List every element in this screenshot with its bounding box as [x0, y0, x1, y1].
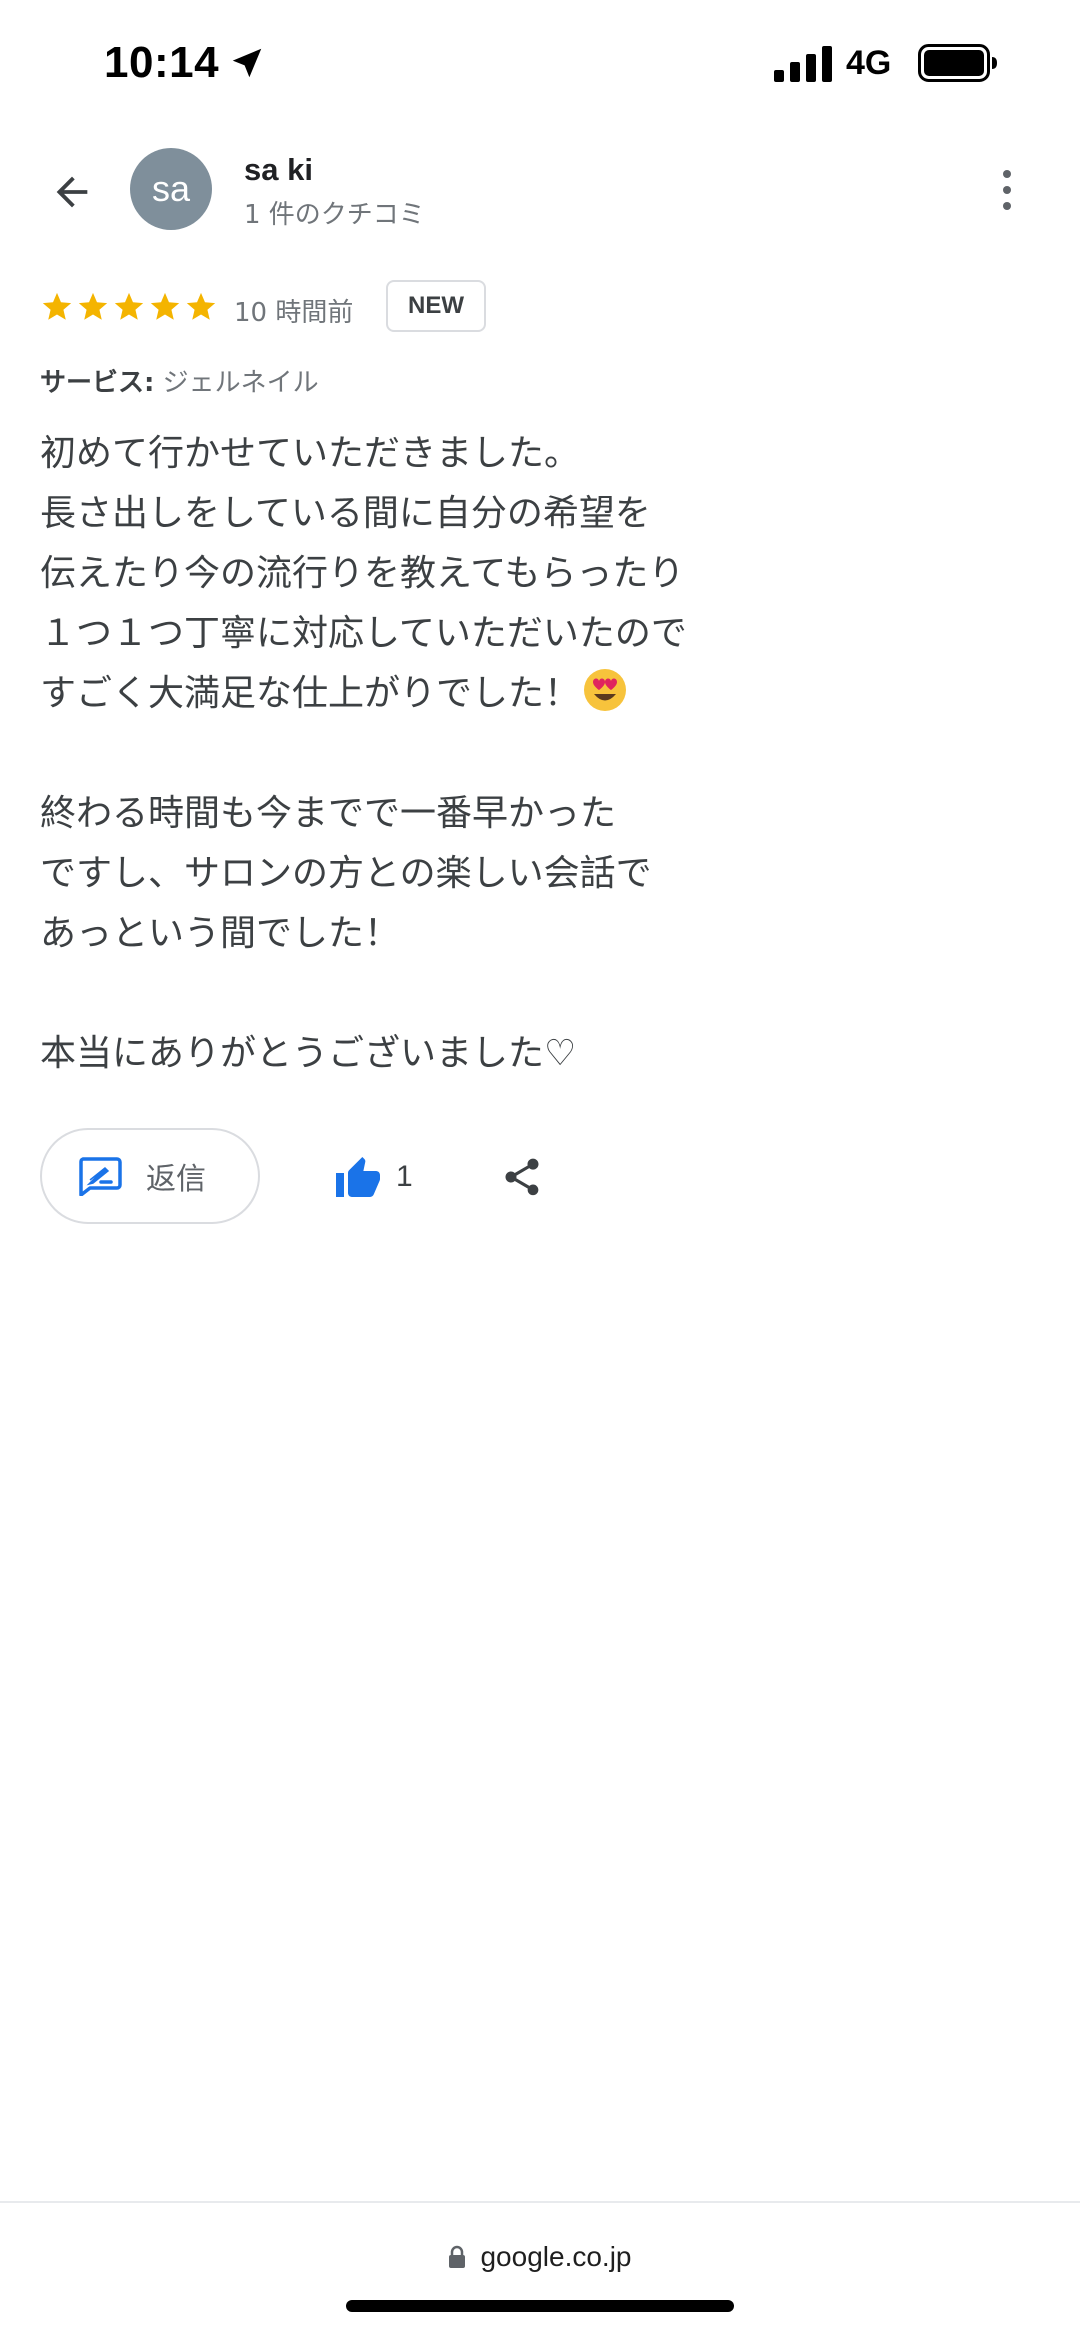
home-indicator[interactable] [346, 2300, 734, 2312]
url-bar[interactable]: google.co.jp [0, 2232, 1080, 2282]
star-icon [114, 292, 144, 320]
review-line: すごく大満足な仕上がりでした！ [40, 673, 581, 714]
review-line: 本当にありがとうございました♡ [40, 1033, 577, 1074]
reply-button[interactable]: 返信 [40, 1128, 260, 1224]
share-button[interactable] [496, 1150, 548, 1204]
star-icon [42, 292, 72, 320]
review-line: １つ１つ丁寧に対応していただいたので [40, 613, 687, 654]
reviewer-review-count: 1 件のクチコミ [244, 200, 425, 230]
service-label: サービス: [40, 368, 155, 398]
review-text: 初めて行かせていただきました。 長さ出しをしている間に自分の希望を 伝えたり今の… [40, 424, 1040, 1084]
avatar[interactable]: sa [130, 148, 212, 230]
divider [0, 2201, 1080, 2203]
star-rating [40, 290, 218, 326]
service-value: ジェルネイル [162, 368, 319, 398]
review-line: 終わる時間も今までで一番早かった [40, 793, 617, 834]
reply-icon [79, 1157, 122, 1196]
star-icon [150, 292, 180, 320]
lock-icon [449, 2245, 466, 2268]
review-line-with-emoji: すごく大満足な仕上がりでした！ [40, 664, 1040, 724]
arrow-back-icon [56, 176, 88, 208]
like-count: 1 [396, 1160, 413, 1193]
review-time: 10 時間前 [234, 298, 354, 328]
review-line: あっという間でした！ [40, 913, 401, 954]
battery-icon [918, 44, 997, 82]
cellular-signal-icon [774, 46, 832, 82]
reply-label: 返信 [146, 1162, 206, 1197]
url-text: google.co.jp [480, 2241, 632, 2272]
review-line: 長さ出しをしている間に自分の希望を [40, 493, 651, 534]
new-badge: NEW [386, 280, 486, 332]
location-arrow-icon [232, 48, 262, 78]
network-type-label: 4G [846, 44, 892, 82]
more-vert-icon [1003, 170, 1011, 178]
star-icon [186, 292, 216, 320]
status-bar: 10:14 4G [0, 0, 1080, 130]
thumbs-up-icon [336, 1157, 380, 1197]
status-time: 10:14 [104, 38, 220, 87]
review-line: 伝えたり今の流行りを教えてもらったり [40, 553, 685, 594]
heart-eyes-emoji-icon [584, 669, 627, 711]
back-button[interactable] [40, 160, 104, 224]
like-button[interactable]: 1 [334, 1150, 413, 1204]
service-line: サービス: ジェルネイル [40, 362, 319, 399]
more-options-button[interactable] [992, 160, 1022, 220]
star-icon [78, 292, 108, 320]
review-line: 初めて行かせていただきました。 [40, 433, 581, 474]
review-line: ですし、サロンの方との楽しい会話で [40, 853, 652, 894]
share-icon [505, 1158, 539, 1196]
reviewer-name[interactable]: sa ki [244, 152, 313, 188]
